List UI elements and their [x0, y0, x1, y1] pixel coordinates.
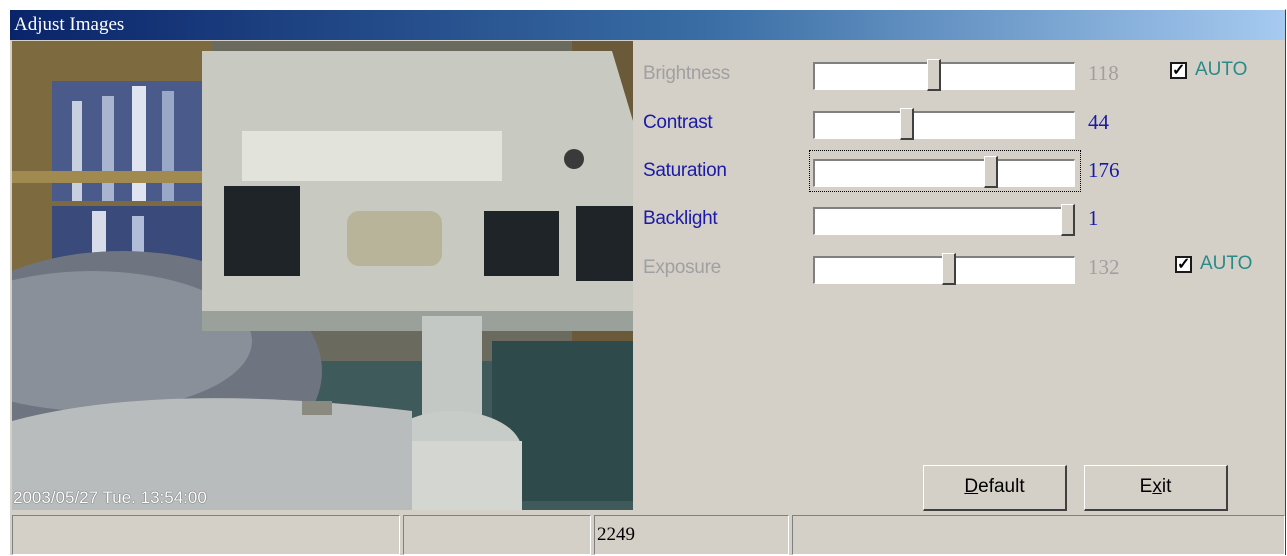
saturation-label: Saturation	[643, 160, 727, 181]
camera-preview: 2003/05/27 Tue. 13:54:00	[12, 41, 633, 510]
backlight-label: Backlight	[643, 208, 718, 229]
title-bar[interactable]: Adjust Images	[10, 10, 1285, 40]
backlight-slider[interactable]	[813, 202, 1077, 236]
brightness-slider[interactable]	[813, 57, 1077, 91]
checkbox-checked-icon[interactable]: ✓	[1175, 256, 1192, 273]
exposure-label: Exposure	[643, 257, 721, 278]
status-pane-frame-count: 2249	[594, 515, 789, 555]
checkbox-checked-icon[interactable]: ✓	[1170, 62, 1187, 79]
default-button[interactable]: Default	[923, 465, 1067, 511]
exit-button[interactable]: Exit	[1084, 465, 1228, 511]
status-pane-4	[792, 515, 1285, 555]
contrast-label: Contrast	[643, 112, 713, 133]
default-button-label: efault	[978, 476, 1025, 497]
slider-thumb[interactable]	[1061, 204, 1075, 236]
status-bar: 2249	[10, 510, 1285, 556]
slider-thumb[interactable]	[942, 253, 956, 285]
backlight-value: 1	[1088, 206, 1099, 230]
window-title: Adjust Images	[14, 14, 125, 35]
camera-preview-image	[12, 41, 633, 510]
brightness-auto-label: AUTO	[1195, 59, 1248, 80]
brightness-label: Brightness	[643, 63, 730, 84]
slider-track	[813, 111, 1075, 139]
default-button-mnemonic: D	[964, 476, 979, 497]
slider-track	[813, 62, 1075, 90]
contrast-slider[interactable]	[813, 106, 1077, 140]
slider-track	[813, 207, 1075, 235]
slider-thumb[interactable]	[927, 59, 941, 91]
exit-button-label-end: it	[1161, 476, 1172, 497]
exit-button-label-start: E	[1139, 476, 1153, 497]
exposure-auto-label: AUTO	[1200, 253, 1253, 274]
saturation-value: 176	[1088, 158, 1120, 182]
slider-thumb[interactable]	[900, 108, 914, 140]
exit-button-mnemonic: x	[1152, 476, 1162, 497]
timestamp-overlay: 2003/05/27 Tue. 13:54:00	[13, 488, 207, 507]
exposure-value: 132	[1088, 255, 1120, 279]
slider-track	[813, 159, 1075, 187]
exposure-auto-checkbox[interactable]: ✓ AUTO	[1163, 253, 1287, 277]
adjust-images-window: Adjust Images 2003/05/27 Tue. 13:54:00 B…	[9, 9, 1286, 555]
status-pane-2	[403, 515, 591, 555]
contrast-value: 44	[1088, 110, 1109, 134]
saturation-slider[interactable]	[809, 150, 1081, 192]
status-pane-1	[12, 515, 400, 555]
exposure-slider[interactable]	[813, 251, 1077, 285]
brightness-value: 118	[1088, 61, 1119, 85]
brightness-auto-checkbox[interactable]: ✓ AUTO	[1158, 59, 1287, 83]
slider-thumb[interactable]	[984, 156, 998, 188]
